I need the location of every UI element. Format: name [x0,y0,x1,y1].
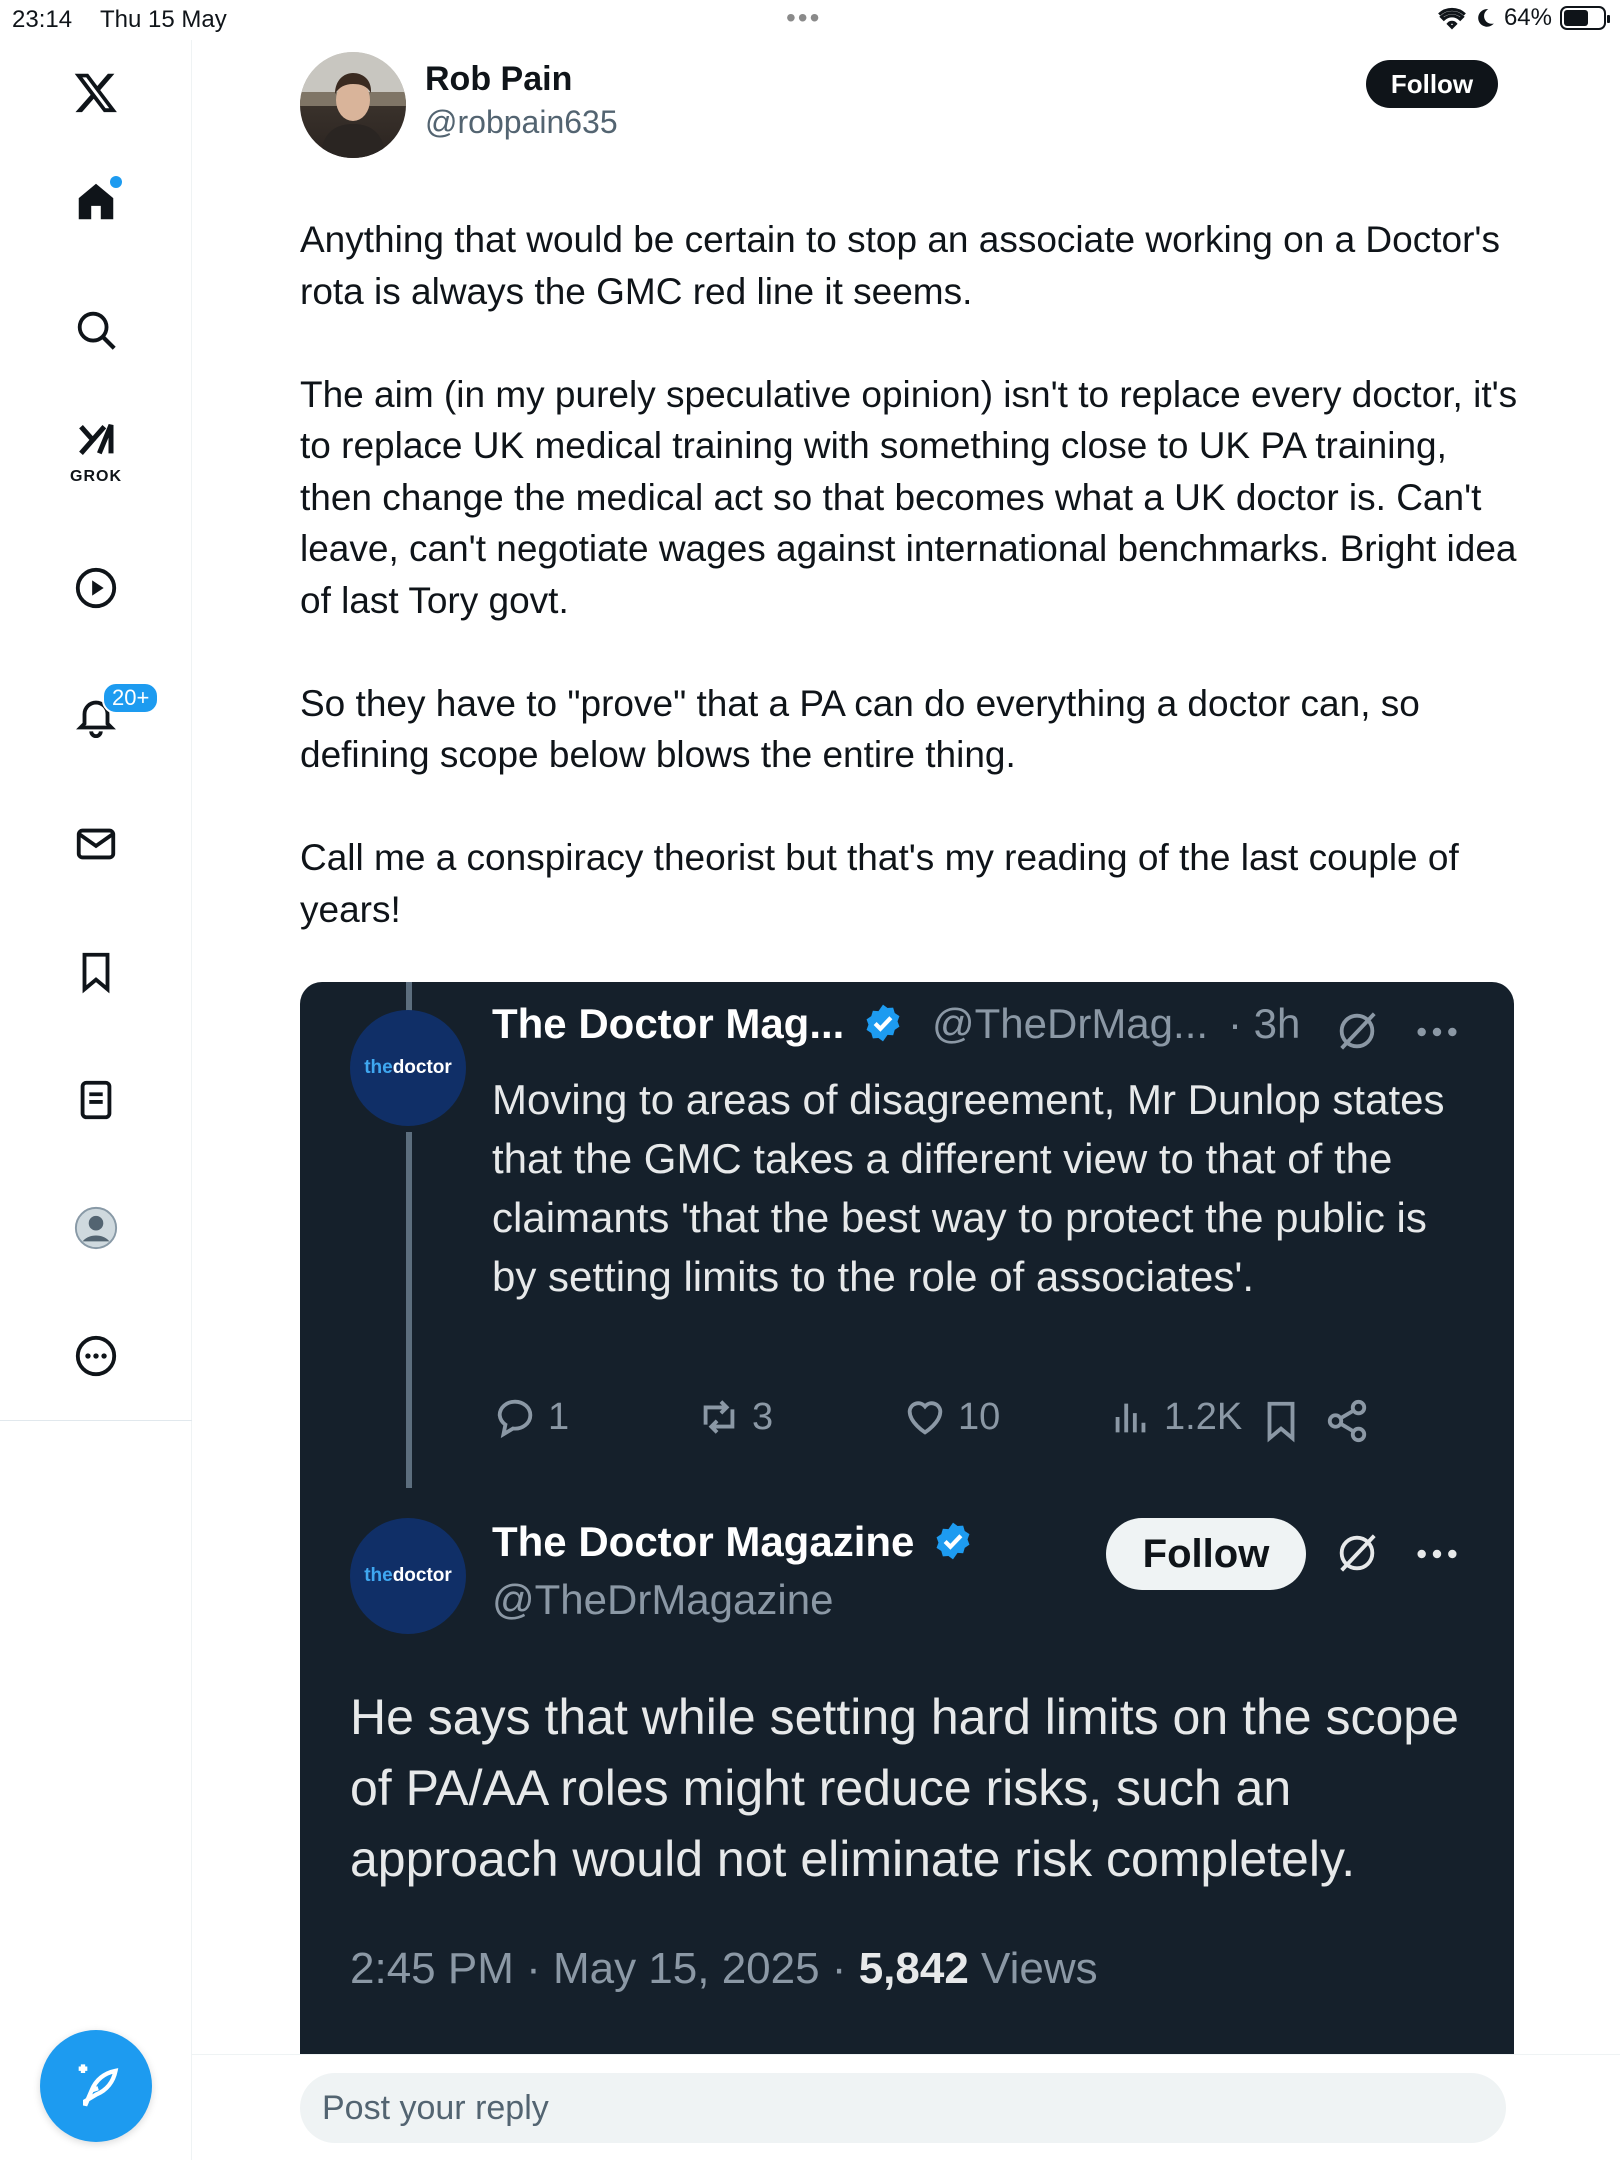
post-body: Anything that would be certain to stop a… [300,214,1520,935]
home-unread-dot [110,176,122,188]
bookmark-icon [1267,1401,1295,1443]
reply-input[interactable]: Post your reply [300,2073,1506,2143]
list-icon [80,1080,112,1120]
multitasking-dots-icon[interactable]: ••• [786,2,821,34]
like-count: 10 [958,1395,1001,1438]
thread-line [406,1132,412,1488]
more-circle-icon [75,1335,117,1377]
nav-profile[interactable] [56,1188,136,1268]
embed-action-row: 1 3 10 1.2K [492,1394,1492,1454]
more-dots-icon [1417,1549,1457,1559]
embed-avatar-thedoctor: the doctor [350,1518,466,1634]
embed-tweet1-name-text: The Doctor Mag... [492,1000,845,1047]
post-image-embed[interactable]: the doctor The Doctor Mag... @TheDrMag...… [300,982,1514,2062]
nav-notifications[interactable]: 20+ [56,676,160,756]
post-paragraph: So they have to "prove" that a PA can do… [300,682,1420,776]
avatar-text-doctor: doctor [392,1565,452,1586]
status-time: 23:14 [12,6,73,33]
embed-avatar-thedoctor: the doctor [350,1010,466,1126]
follow-button[interactable]: Follow [1366,60,1498,108]
nav-search[interactable] [56,290,136,370]
battery-percent: 64% [1503,4,1552,31]
author-avatar[interactable] [300,52,406,158]
post-paragraph: Call me a conspiracy theorist but that's… [300,837,1459,930]
embed-tweet2-timestamp: 2:45 PM · May 15, 2025 · 5,842 Views [350,1944,1098,1994]
nav-grok[interactable]: GROK [56,408,136,488]
moon-icon [1478,9,1494,27]
nav-video[interactable] [56,548,136,628]
grok-slash-icon [1339,1012,1376,1050]
share-icon [1327,1399,1367,1443]
sidebar-divider [0,1420,192,1421]
timestamp-text: 2:45 PM · May 15, 2025 · [350,1944,859,1993]
status-date: Thu 15 May [100,6,227,33]
author-handle[interactable]: @robpain635 [425,104,618,141]
embed-tweet1-time: · 3h [1228,1000,1301,1047]
repost-count: 3 [752,1395,774,1438]
like-action: 10 [902,1394,1000,1440]
reply-bar: Post your reply [192,2054,1620,2160]
views-label: Views [968,1944,1098,1993]
avatar-text-the: the [364,1565,393,1586]
status-bar: 23:14 Thu 15 May ••• 64% [0,0,1620,40]
grok-slash-icon [1339,1534,1376,1572]
nav-home[interactable] [56,162,136,242]
mail-icon [76,828,116,860]
more-dots-icon [1417,1027,1457,1037]
grok-label: GROK [70,468,122,485]
nav-messages[interactable] [56,804,136,884]
verified-badge-icon [866,1004,900,1042]
notifications-count-badge: 20+ [102,682,160,714]
verified-badge-icon [936,1522,970,1560]
search-icon [77,311,116,350]
repost-icon [703,1400,735,1434]
post-paragraph: The aim (in my purely speculative opinio… [300,373,1518,621]
embed-tweet1-handle: @TheDrMag... [932,1000,1209,1047]
embed-tweet2-handle: @TheDrMagazine [492,1576,834,1623]
battery-fill [1564,10,1589,26]
reply-count: 1 [548,1395,570,1438]
repost-action: 3 [696,1394,773,1440]
author-photo [300,52,406,158]
compose-post-button[interactable] [40,2030,152,2142]
embed-tweet2-name: The Doctor Magazine [492,1518,974,1566]
nav-bookmarks[interactable] [56,932,136,1012]
views-chart-icon [1115,1403,1146,1433]
grok-icon [79,424,114,455]
x-logo-icon[interactable] [56,52,136,132]
avatar-text-doctor: doctor [392,1057,452,1078]
battery-icon [1560,6,1610,30]
wifi-icon [1438,7,1466,30]
nav-lists[interactable] [56,1060,136,1140]
sidebar: GROK 20+ [0,40,192,2160]
reply-icon [497,1399,533,1439]
author-name[interactable]: Rob Pain [425,60,572,99]
embed-tweet1-name: The Doctor Mag... [492,1000,904,1048]
views-count: 1.2K [1164,1395,1243,1438]
embed-follow-button: Follow [1106,1518,1306,1590]
heart-icon [907,1401,943,1435]
embed-tweet2-text: He says that while setting hard limits o… [350,1689,1459,1887]
views-action: 1.2K [1108,1394,1242,1440]
bookmark-icon [82,952,110,994]
reply-action: 1 [492,1394,569,1440]
embed-tweet1-text: Moving to areas of disagreement, Mr Dunl… [492,1076,1445,1300]
avatar-text-the: the [364,1057,393,1078]
embed-tweet2-name-text: The Doctor Magazine [492,1518,915,1565]
nav-more[interactable] [56,1316,136,1396]
profile-avatar-icon [74,1206,118,1250]
play-icon [75,567,117,609]
post-paragraph: Anything that would be certain to stop a… [300,219,1500,312]
compose-feather-icon [78,2064,119,2107]
views-number: 5,842 [858,1944,969,1993]
status-icons: 64% [1438,4,1610,32]
